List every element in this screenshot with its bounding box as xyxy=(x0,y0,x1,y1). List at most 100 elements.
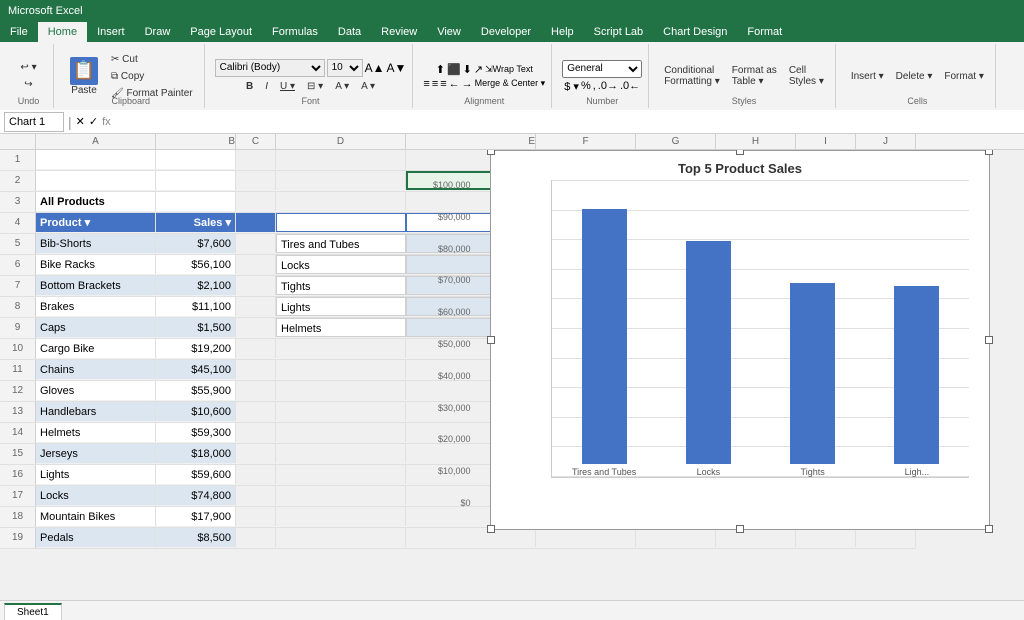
cell-d13[interactable] xyxy=(276,402,406,421)
col-header-i[interactable]: I xyxy=(796,134,856,149)
col-header-e[interactable]: E xyxy=(406,134,536,149)
cell-b18[interactable]: $17,900 xyxy=(156,507,236,526)
cell-styles-button[interactable]: CellStyles ▾ xyxy=(784,63,829,89)
cell-c9[interactable] xyxy=(236,318,276,337)
merge-center-button[interactable]: Merge & Center ▾ xyxy=(475,78,546,89)
cell-a19[interactable]: Pedals xyxy=(36,528,156,547)
cell-c12[interactable] xyxy=(236,381,276,400)
italic-button[interactable]: I xyxy=(260,79,273,94)
formula-input[interactable] xyxy=(115,112,1020,132)
cell-c8[interactable] xyxy=(236,297,276,316)
cell-b6[interactable]: $56,100 xyxy=(156,255,236,274)
cell-b2[interactable] xyxy=(156,171,236,190)
tab-home[interactable]: Home xyxy=(38,22,87,42)
cell-a13[interactable]: Handlebars xyxy=(36,402,156,421)
cell-b3[interactable] xyxy=(156,192,236,211)
cell-d14[interactable] xyxy=(276,423,406,442)
cell-c14[interactable] xyxy=(236,423,276,442)
cell-b10[interactable]: $19,200 xyxy=(156,339,236,358)
cell-c3[interactable] xyxy=(236,192,276,211)
col-header-a[interactable]: A xyxy=(36,134,156,149)
chart-container[interactable]: Top 5 Product Sales Tires and Tubes Lock… xyxy=(490,150,990,530)
cut-button[interactable]: ✂ Cut xyxy=(106,52,198,67)
cell-a8[interactable]: Brakes xyxy=(36,297,156,316)
cell-b11[interactable]: $45,100 xyxy=(156,360,236,379)
undo-button[interactable]: ↩ ▾ xyxy=(15,60,41,75)
cell-b13[interactable]: $10,600 xyxy=(156,402,236,421)
cell-c7[interactable] xyxy=(236,276,276,295)
cell-a5[interactable]: Bib-Shorts xyxy=(36,234,156,253)
cell-d17[interactable] xyxy=(276,486,406,505)
tab-help[interactable]: Help xyxy=(541,22,584,42)
cell-b1[interactable] xyxy=(156,150,236,169)
tab-format[interactable]: Format xyxy=(737,22,792,42)
increase-indent-button[interactable]: → xyxy=(462,78,473,90)
align-left-button[interactable]: ≡ xyxy=(423,78,429,90)
currency-button[interactable]: $ ▾ xyxy=(564,80,579,93)
comma-button[interactable]: , xyxy=(593,80,596,92)
conditional-formatting-button[interactable]: ConditionalFormatting ▾ xyxy=(659,63,725,89)
cell-a17[interactable]: Locks xyxy=(36,486,156,505)
top5-product-cell[interactable]: Locks xyxy=(276,255,406,274)
cell-a16[interactable]: Lights xyxy=(36,465,156,484)
cell-a4[interactable]: Product ▾ xyxy=(36,213,156,232)
cell-d19[interactable] xyxy=(276,528,406,547)
cell-d16[interactable] xyxy=(276,465,406,484)
tab-draw[interactable]: Draw xyxy=(135,22,181,42)
number-format-select[interactable]: General xyxy=(562,60,642,78)
cell-b12[interactable]: $55,900 xyxy=(156,381,236,400)
chart-handle-tm[interactable] xyxy=(736,150,744,155)
tab-page-layout[interactable]: Page Layout xyxy=(180,22,262,42)
cell-a14[interactable]: Helmets xyxy=(36,423,156,442)
cell-h19[interactable] xyxy=(716,528,796,547)
cell-c15[interactable] xyxy=(236,444,276,463)
col-header-g[interactable]: G xyxy=(636,134,716,149)
cell-c16[interactable] xyxy=(236,465,276,484)
paste-button[interactable]: 📋 Paste xyxy=(64,55,104,98)
cell-c13[interactable] xyxy=(236,402,276,421)
underline-button[interactable]: U ▾ xyxy=(275,79,300,94)
cell-c10[interactable] xyxy=(236,339,276,358)
name-box[interactable] xyxy=(4,112,64,132)
formula-bar-confirm[interactable]: ✓ xyxy=(89,115,98,128)
cell-d2[interactable] xyxy=(276,171,406,190)
decrease-indent-button[interactable]: ← xyxy=(449,78,460,90)
cell-f19[interactable] xyxy=(536,528,636,547)
top5-product-cell[interactable]: Lights xyxy=(276,297,406,316)
align-middle-button[interactable]: ⬛ xyxy=(447,63,461,76)
cell-c6[interactable] xyxy=(236,255,276,274)
border-button[interactable]: ⊟ ▾ xyxy=(302,79,328,94)
cell-a18[interactable]: Mountain Bikes xyxy=(36,507,156,526)
copy-button[interactable]: ⧉ Copy xyxy=(106,69,198,84)
cell-c1[interactable] xyxy=(236,150,276,169)
col-header-f[interactable]: F xyxy=(536,134,636,149)
cell-d1[interactable] xyxy=(276,150,406,169)
col-header-b[interactable]: B xyxy=(156,134,236,149)
cell-a10[interactable]: Cargo Bike xyxy=(36,339,156,358)
cell-d12[interactable] xyxy=(276,381,406,400)
cell-a12[interactable]: Gloves xyxy=(36,381,156,400)
font-size-select[interactable]: 10 xyxy=(327,59,363,77)
cell-d10[interactable] xyxy=(276,339,406,358)
cell-a7[interactable]: Bottom Brackets xyxy=(36,276,156,295)
tab-chart-design[interactable]: Chart Design xyxy=(653,22,737,42)
tab-view[interactable]: View xyxy=(427,22,471,42)
col-header-d[interactable]: D xyxy=(276,134,406,149)
cell-a11[interactable]: Chains xyxy=(36,360,156,379)
cell-b16[interactable]: $59,600 xyxy=(156,465,236,484)
tab-formulas[interactable]: Formulas xyxy=(262,22,328,42)
cell-j19[interactable] xyxy=(856,528,916,547)
cell-b9[interactable]: $1,500 xyxy=(156,318,236,337)
cell-d15[interactable] xyxy=(276,444,406,463)
chart-handle-br[interactable] xyxy=(985,525,993,533)
cell-a3[interactable]: All Products xyxy=(36,192,156,211)
cell-c17[interactable] xyxy=(236,486,276,505)
redo-button[interactable]: ↪ xyxy=(19,77,37,92)
cell-a6[interactable]: Bike Racks xyxy=(36,255,156,274)
align-top-button[interactable]: ⬆ xyxy=(436,63,445,76)
cell-b14[interactable]: $59,300 xyxy=(156,423,236,442)
top5-product-cell[interactable]: Tights xyxy=(276,276,406,295)
align-bottom-button[interactable]: ⬇ xyxy=(463,63,472,76)
cell-d3[interactable] xyxy=(276,192,406,211)
cell-c18[interactable] xyxy=(236,507,276,526)
